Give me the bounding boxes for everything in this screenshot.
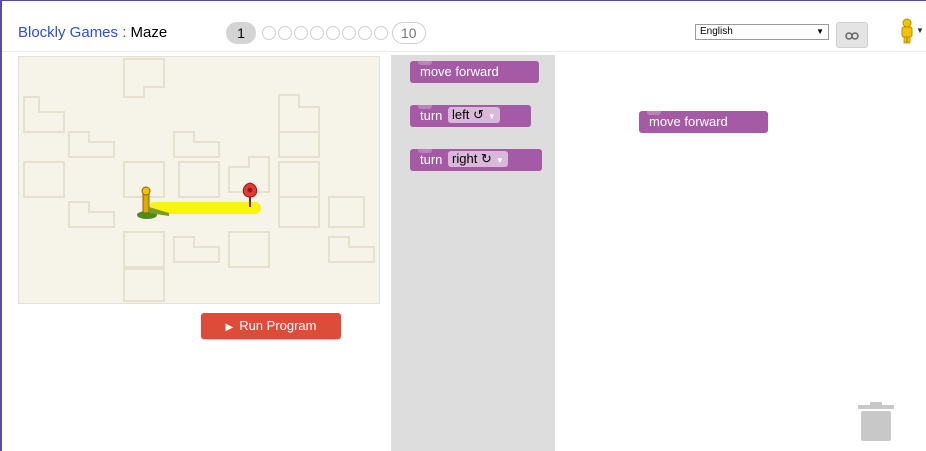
level-dot[interactable] — [310, 26, 324, 40]
level-dot[interactable] — [358, 26, 372, 40]
level-dot[interactable] — [374, 26, 388, 40]
language-selected-value: English — [700, 26, 733, 37]
toolbox-block-turn-right[interactable]: turn right ↻ ▼ — [410, 149, 542, 171]
language-select[interactable]: English ▼ — [695, 24, 829, 40]
chevron-down-icon: ▼ — [487, 112, 496, 121]
level-selector: 1 10 — [226, 22, 428, 44]
toolbox-block-turn-left[interactable]: turn left ↺ ▼ — [410, 105, 531, 127]
game-name: Maze — [130, 24, 168, 41]
level-dot[interactable] — [262, 26, 276, 40]
trash-can-button[interactable] — [856, 402, 896, 442]
app-frame: Blockly Games : Maze 1 10 English ▼ ▼ ▶ … — [0, 0, 926, 451]
app-name-link[interactable]: Blockly Games — [18, 24, 118, 41]
trash-icon — [858, 402, 894, 441]
maze-board — [18, 56, 380, 304]
chevron-down-icon: ▼ — [916, 26, 924, 35]
dropdown-arrow-icon: ▼ — [816, 27, 824, 36]
dropdown-value: right ↻ — [452, 151, 492, 166]
block-label: move forward — [420, 64, 499, 79]
run-program-button[interactable]: ▶ Run Program — [201, 313, 341, 339]
level-dot[interactable] — [342, 26, 356, 40]
level-10-button[interactable]: 10 — [392, 22, 426, 44]
block-label: turn — [420, 108, 443, 123]
dropdown-value: left ↺ — [452, 107, 484, 122]
turn-direction-dropdown[interactable]: right ↻ ▼ — [448, 151, 508, 167]
level-dot[interactable] — [326, 26, 340, 40]
run-program-label: Run Program — [239, 318, 317, 333]
link-icon — [845, 32, 859, 40]
play-icon: ▶ — [225, 322, 234, 333]
title-separator: : — [118, 24, 131, 41]
header: Blockly Games : Maze 1 10 English ▼ ▼ — [2, 1, 926, 51]
turn-direction-dropdown[interactable]: left ↺ ▼ — [448, 107, 500, 123]
block-label: move forward — [649, 114, 728, 129]
block-label: turn — [420, 152, 443, 167]
maze-tiles — [23, 58, 375, 302]
toolbox-block-move-forward[interactable]: move forward — [410, 61, 539, 83]
chevron-down-icon: ▼ — [495, 156, 504, 165]
link-button[interactable] — [836, 22, 868, 48]
pegman-button[interactable]: ▼ — [890, 18, 926, 48]
pegman-icon — [901, 18, 913, 44]
header-divider — [2, 51, 926, 52]
workspace-block-move-forward[interactable]: move forward — [639, 111, 768, 133]
level-dot[interactable] — [278, 26, 292, 40]
page-title: Blockly Games : Maze — [18, 24, 167, 41]
level-dot[interactable] — [294, 26, 308, 40]
level-1-button[interactable]: 1 — [226, 22, 256, 44]
